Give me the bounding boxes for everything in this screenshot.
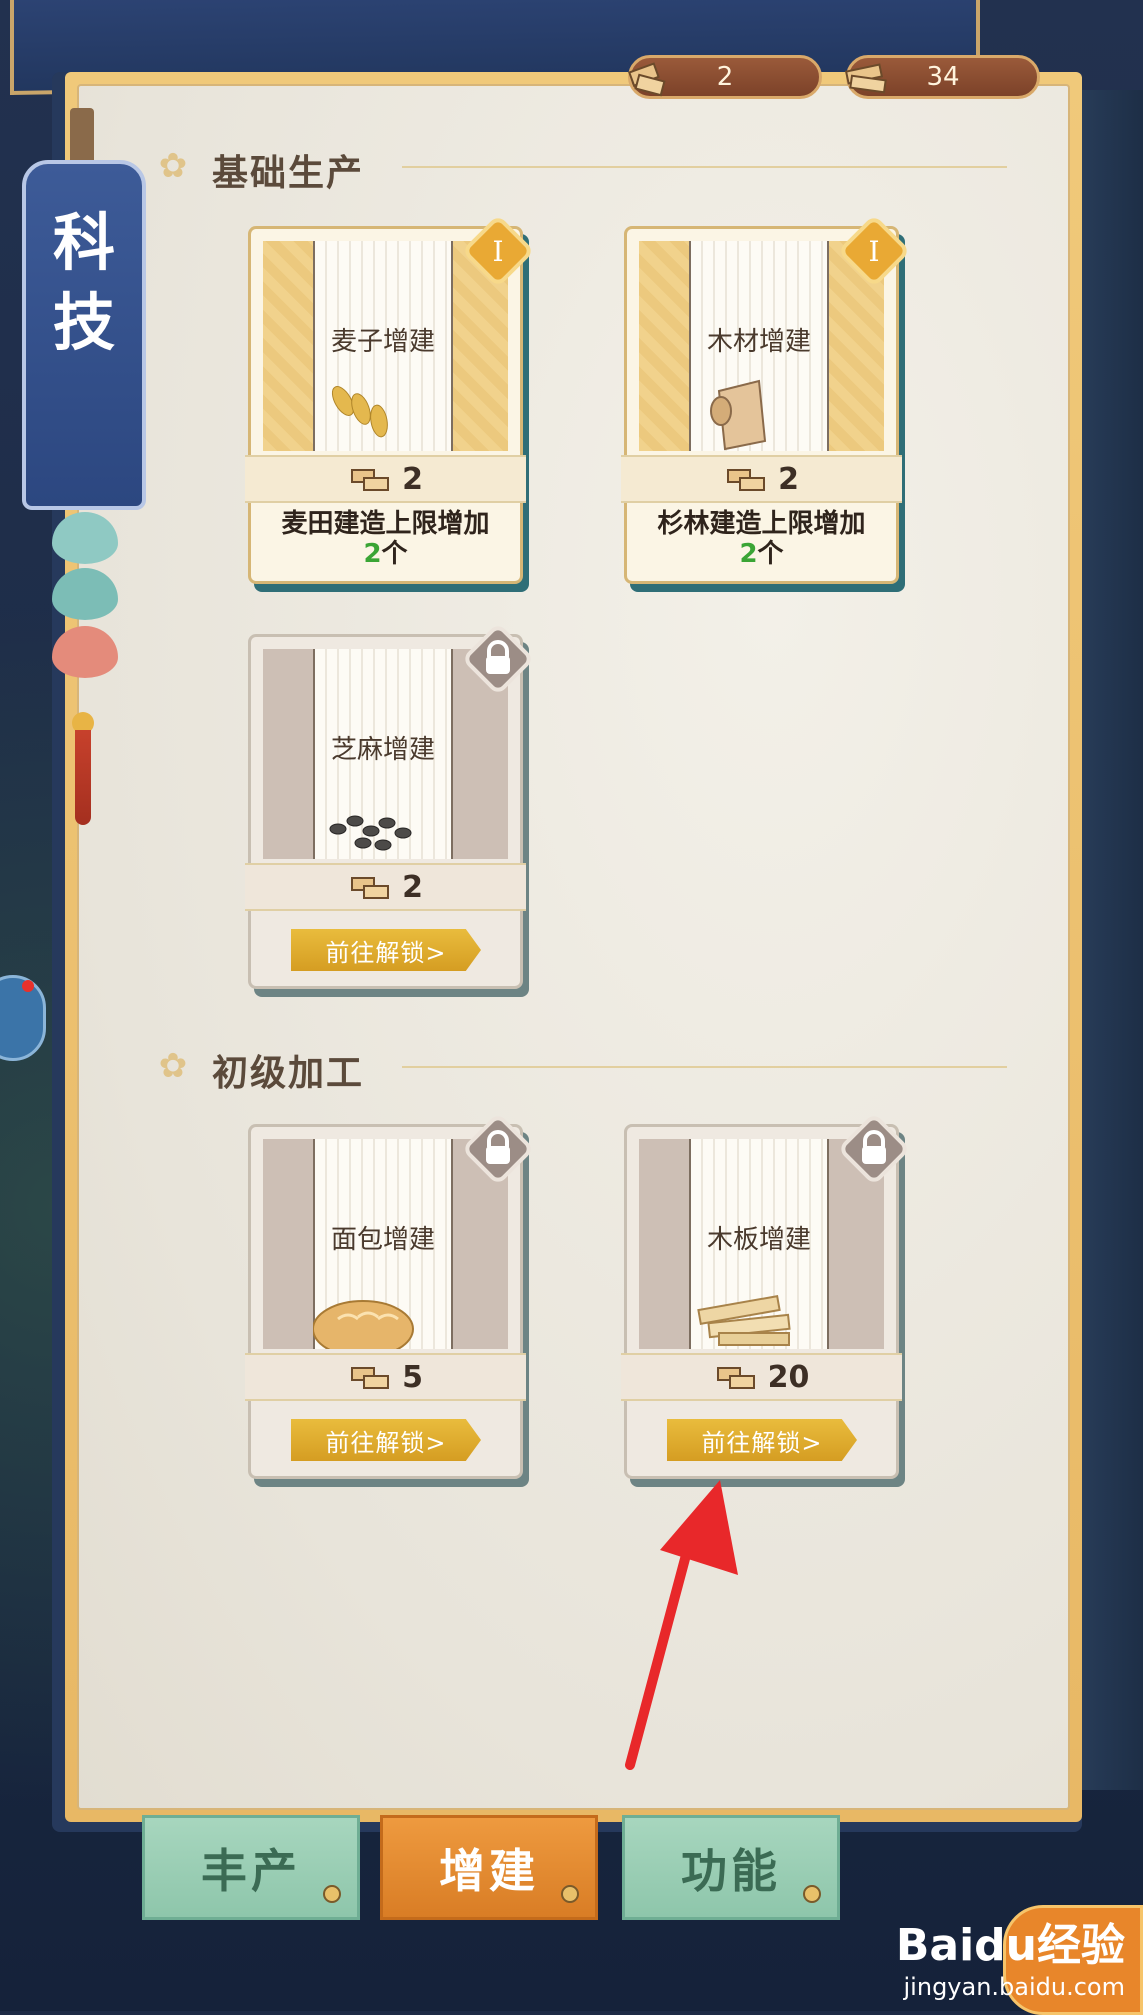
description-unit: 个 xyxy=(381,539,408,569)
lock-icon xyxy=(465,1116,531,1182)
wood-log-icon xyxy=(710,379,767,451)
svg-text:Ⅰ: Ⅰ xyxy=(868,235,879,268)
go-unlock-button[interactable]: 前往解锁> xyxy=(667,1419,857,1461)
section-star-icon: ✿ xyxy=(158,146,188,186)
watermark-url: jingyan.baidu.com xyxy=(903,1973,1125,2001)
annotation-arrow-icon xyxy=(625,1480,738,1770)
pin-icon xyxy=(323,1885,341,1903)
card-title: 面包增建 xyxy=(330,1225,435,1255)
wood-block-icon xyxy=(351,469,390,491)
notification-dot xyxy=(22,980,34,992)
tab-fengchan[interactable]: 丰产 xyxy=(142,1815,360,1920)
tech-card-bread[interactable]: 面包增建 5 前往解锁> xyxy=(245,1116,531,1479)
level-badge-icon: Ⅰ xyxy=(841,218,907,284)
tab-label: 功能 xyxy=(681,1843,781,1898)
section-title: 基础生产 xyxy=(212,152,365,194)
tech-card-wood[interactable]: 木材增建 Ⅰ 2 杉林建造上限增加 2个 xyxy=(621,218,907,584)
wood-block-icon xyxy=(351,1367,390,1389)
tab-label: 增建 xyxy=(439,1843,539,1898)
section-title: 初级加工 xyxy=(212,1052,365,1094)
pin-icon xyxy=(561,1885,579,1903)
banner-char: 科 xyxy=(52,206,115,279)
description-number: 2 xyxy=(739,539,758,569)
banner-char: 技 xyxy=(52,286,115,359)
tech-card-wheat[interactable]: 麦子增建 Ⅰ 2 麦田建造上限增加 2个 xyxy=(245,218,531,584)
currency-value: 2 xyxy=(716,62,734,92)
watermark: Baidu经验 jingyan.baidu.com xyxy=(896,1909,1125,2001)
tech-card-sesame[interactable]: 芝麻增建 2 前往解锁> xyxy=(245,626,531,989)
cost-value: 5 xyxy=(402,1359,423,1395)
wood-plank-icon xyxy=(697,1295,791,1346)
section-divider xyxy=(402,166,1007,168)
card-title: 麦子增建 xyxy=(330,327,435,357)
cost-value: 2 xyxy=(778,461,799,497)
cost-band: 20 xyxy=(621,1353,902,1401)
go-unlock-button[interactable]: 前往解锁> xyxy=(291,929,481,971)
tassel-ornament xyxy=(75,730,91,825)
go-unlock-button[interactable]: 前往解锁> xyxy=(291,1419,481,1461)
tech-card-planks[interactable]: 木板增建 20 前往解锁> xyxy=(621,1116,907,1479)
wood-block-icon xyxy=(351,877,390,899)
cost-band: 5 xyxy=(245,1353,526,1401)
sesame-icon xyxy=(329,815,412,851)
wood-block-icon xyxy=(727,469,766,491)
tech-banner: 科 技 xyxy=(22,160,146,510)
description-unit: 个 xyxy=(757,539,784,569)
currency-value: 34 xyxy=(926,62,960,92)
level-badge-icon: Ⅰ xyxy=(465,218,531,284)
tech-panel xyxy=(65,72,1082,1822)
svg-text:Ⅰ: Ⅰ xyxy=(492,235,503,268)
cost-band: 2 xyxy=(621,455,902,503)
tab-zengjian[interactable]: 增建 xyxy=(380,1815,598,1920)
panel-paper xyxy=(77,84,1070,1810)
cost-value: 20 xyxy=(767,1359,810,1395)
wood-block-icon xyxy=(716,1367,755,1389)
section-divider xyxy=(402,1066,1007,1068)
pin-icon xyxy=(803,1885,821,1903)
description-text: 杉林建造上限增加 xyxy=(657,509,866,539)
tab-gongneng[interactable]: 功能 xyxy=(622,1815,840,1920)
description-number: 2 xyxy=(363,539,382,569)
wood-plank-icon xyxy=(844,63,887,94)
cost-value: 2 xyxy=(402,461,423,497)
lock-icon xyxy=(841,1116,907,1182)
description-text: 麦田建造上限增加 xyxy=(281,509,490,539)
cost-value: 2 xyxy=(402,869,423,905)
watermark-logo: Baidu经验 xyxy=(895,1920,1125,1971)
card-title: 木材增建 xyxy=(706,327,811,357)
section-star-icon: ✿ xyxy=(158,1046,188,1086)
bread-icon xyxy=(313,1300,414,1349)
wood-block-icon xyxy=(628,62,666,97)
cost-band: 2 xyxy=(245,863,526,911)
wheat-icon xyxy=(331,386,388,438)
currency-wood-blocks: 2 xyxy=(628,55,822,99)
card-description: 杉林建造上限增加 2个 xyxy=(627,509,896,569)
card-description: 麦田建造上限增加 2个 xyxy=(251,509,520,569)
currency-wood-planks: 34 xyxy=(844,55,1040,99)
tab-label: 丰产 xyxy=(201,1843,301,1898)
cost-band: 2 xyxy=(245,455,526,503)
card-title: 木板增建 xyxy=(706,1225,811,1255)
lock-icon xyxy=(465,626,531,692)
card-title: 芝麻增建 xyxy=(330,735,435,765)
